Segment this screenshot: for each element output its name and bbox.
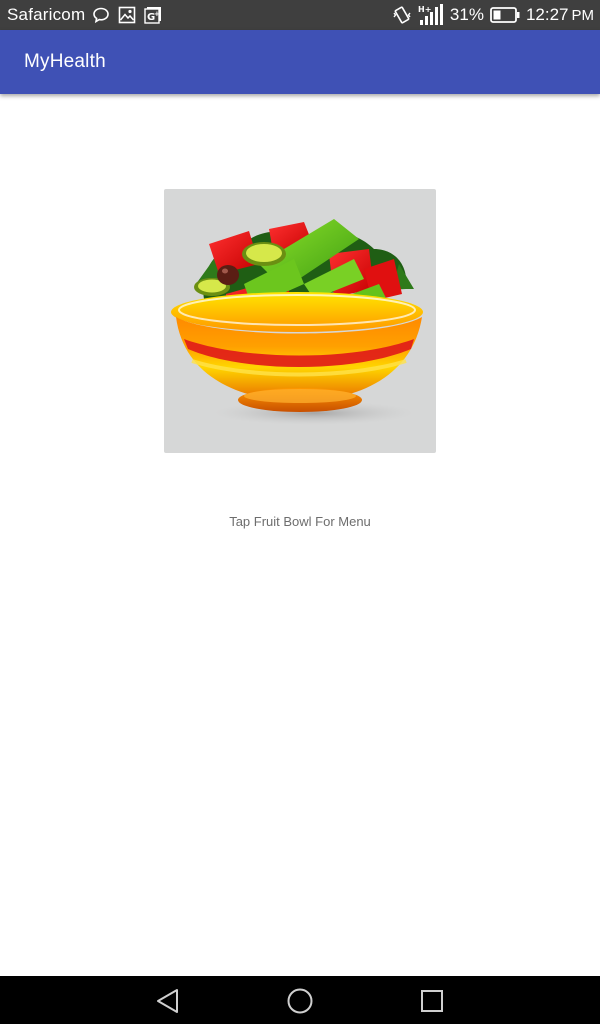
home-button[interactable] (287, 988, 313, 1014)
clock-time: 12:27 (525, 5, 569, 24)
app-title: MyHealth (24, 51, 106, 72)
clock-suffix: PM (571, 7, 595, 24)
back-icon (157, 989, 178, 1013)
recents-icon (421, 990, 443, 1012)
chat-bubble-icon (91, 5, 111, 25)
phone-screen: Safaricom G + H+ 31% 12:27 PM MyHealth T… (0, 0, 600, 1024)
network-type-label: H+ (418, 5, 431, 14)
carrier-name: Safaricom (7, 5, 86, 24)
main-content: Tap Fruit Bowl For Menu (0, 94, 600, 976)
fruit-bowl-button[interactable] (164, 189, 436, 453)
menu-hint: Tap Fruit Bowl For Menu (229, 514, 371, 529)
clock: 12:27 PM (526, 5, 594, 25)
status-bar-left: Safaricom G + (7, 5, 163, 25)
svg-text:+: + (154, 10, 160, 18)
navigation-bar (0, 976, 600, 1024)
status-bar: Safaricom G + H+ 31% 12:27 PM (0, 0, 600, 30)
battery-percent: 31% (449, 5, 484, 24)
image-icon (117, 5, 137, 25)
recents-button[interactable] (419, 988, 445, 1014)
vibrate-icon (392, 5, 412, 25)
signal-icon: H+ (418, 4, 444, 25)
status-bar-right: H+ 31% 12:27 PM (392, 4, 594, 25)
app-bar: MyHealth (0, 30, 600, 94)
home-icon (287, 988, 313, 1014)
back-button[interactable] (155, 988, 181, 1014)
fruit-bowl-icon (171, 219, 423, 425)
google-plus-icon: G + (143, 5, 163, 25)
battery-icon (490, 5, 520, 25)
